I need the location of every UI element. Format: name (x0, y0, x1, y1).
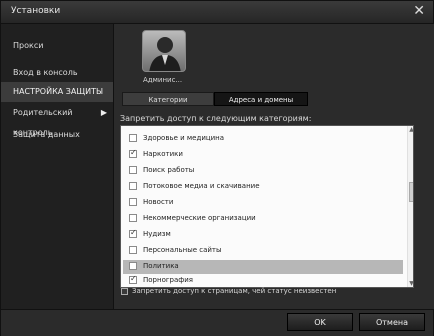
unknown-status-option[interactable]: Запретить доступ к страницам, чей статус… (121, 286, 411, 298)
list-item[interactable]: Поиск работы (123, 164, 403, 178)
sidebar-item-label: Вход в консоль (13, 68, 78, 77)
sidebar-item-parental-control[interactable]: Родительский контроль ▶ (1, 103, 113, 137)
list-item-label: Поиск работы (143, 166, 195, 174)
list-item-label: Политика (143, 262, 179, 270)
sidebar-item-label: Прокси (13, 41, 44, 50)
close-icon[interactable]: ✕ (413, 3, 425, 19)
unknown-status-label: Запретить доступ к страницам, чей статус… (132, 287, 337, 295)
list-item[interactable]: Некоммерческие организации (123, 212, 403, 226)
sidebar-item-console-login[interactable]: Вход в консоль (1, 63, 113, 83)
checkbox[interactable] (129, 262, 137, 270)
list-item[interactable]: Здоровье и медицина (123, 132, 403, 146)
settings-window: Установки ✕ Прокси Вход в консоль НАСТРО… (0, 0, 434, 336)
scroll-up-icon[interactable]: ▲ (408, 126, 413, 133)
list-item-label: Новости (143, 198, 174, 206)
checkbox[interactable] (129, 246, 137, 254)
unknown-status-checkbox[interactable] (121, 288, 128, 295)
list-item-label: Потоковое медиа и скачивание (143, 182, 260, 190)
user-avatar-icon[interactable] (142, 30, 186, 72)
sidebar-item-data-protection[interactable]: Защита данных (1, 125, 113, 145)
sidebar-item-label: НАСТРОЙКА ЗАЩИТЫ (13, 87, 104, 96)
scrollbar-thumb[interactable] (409, 182, 413, 202)
ok-button[interactable]: OK (287, 313, 353, 331)
list-item[interactable]: Наркотики (123, 148, 403, 162)
checkbox[interactable] (129, 198, 137, 206)
category-list: Здоровье и медицина Наркотики Поиск рабо… (120, 125, 414, 288)
list-item-label: Наркотики (143, 150, 183, 158)
list-item-label: Нудизм (143, 230, 171, 238)
checkbox[interactable] (129, 214, 137, 222)
list-item[interactable]: Новости (123, 196, 403, 210)
checkbox[interactable] (129, 274, 137, 284)
checkbox[interactable] (129, 228, 137, 238)
sidebar-item-proxy[interactable]: Прокси (1, 36, 113, 56)
checkbox[interactable] (129, 134, 137, 142)
checkbox[interactable] (129, 148, 137, 158)
list-item-label: Здоровье и медицина (143, 134, 225, 142)
checkbox[interactable] (129, 166, 137, 174)
list-item[interactable]: Персональные сайты (123, 244, 403, 258)
chevron-right-icon: ▶ (100, 108, 107, 117)
list-item-label: Персональные сайты (143, 246, 222, 254)
list-item[interactable]: Нудизм (123, 228, 403, 242)
list-item[interactable]: Политика (123, 260, 403, 274)
title-bar: Установки ✕ (1, 1, 433, 24)
section-label: Запретить доступ к следующим категориям: (120, 114, 312, 123)
tab-addresses-domains[interactable]: Адреса и домены (214, 92, 308, 106)
sidebar: Прокси Вход в консоль НАСТРОЙКА ЗАЩИТЫ Р… (1, 24, 114, 309)
window-title: Установки (11, 6, 61, 16)
list-item-label: Некоммерческие организации (143, 214, 256, 222)
profile-name: Админис... (143, 76, 183, 84)
list-item-label: Порнография (143, 276, 194, 284)
list-item[interactable]: Потоковое медиа и скачивание (123, 180, 403, 194)
cancel-button[interactable]: Отмена (359, 313, 425, 331)
main-content: Админис... Категории Адреса и домены Зап… (114, 24, 434, 309)
scrollbar[interactable]: ▲ ▼ (407, 126, 413, 287)
sidebar-item-protection-settings[interactable]: НАСТРОЙКА ЗАЩИТЫ (1, 82, 113, 102)
tab-bar: Категории Адреса и домены (122, 92, 308, 106)
dialog-footer: OK Отмена (1, 309, 433, 336)
sidebar-item-label: Защита данных (13, 130, 80, 139)
tab-categories[interactable]: Категории (122, 92, 214, 106)
checkbox[interactable] (129, 182, 137, 190)
